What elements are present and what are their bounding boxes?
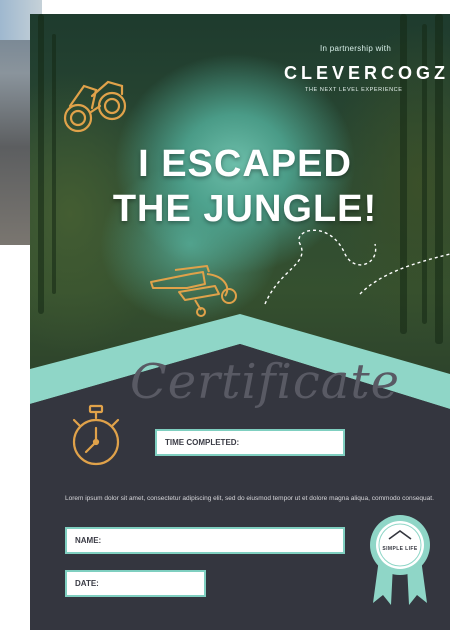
stopwatch-icon	[72, 404, 120, 466]
certificate: In partnership with CLEVERCOGZ THE NEXT …	[30, 14, 450, 630]
time-completed-field[interactable]: TIME COMPLETED:	[155, 429, 345, 456]
badge-text: SIMPLE LIFE	[382, 546, 418, 552]
ribbon-badge-icon	[370, 515, 430, 605]
name-field[interactable]: NAME:	[65, 527, 345, 554]
body-text: Lorem ipsum dolor sit amet, consectetur …	[65, 495, 434, 502]
certificate-title: Certificate	[130, 354, 401, 410]
date-field[interactable]: DATE:	[65, 570, 206, 597]
